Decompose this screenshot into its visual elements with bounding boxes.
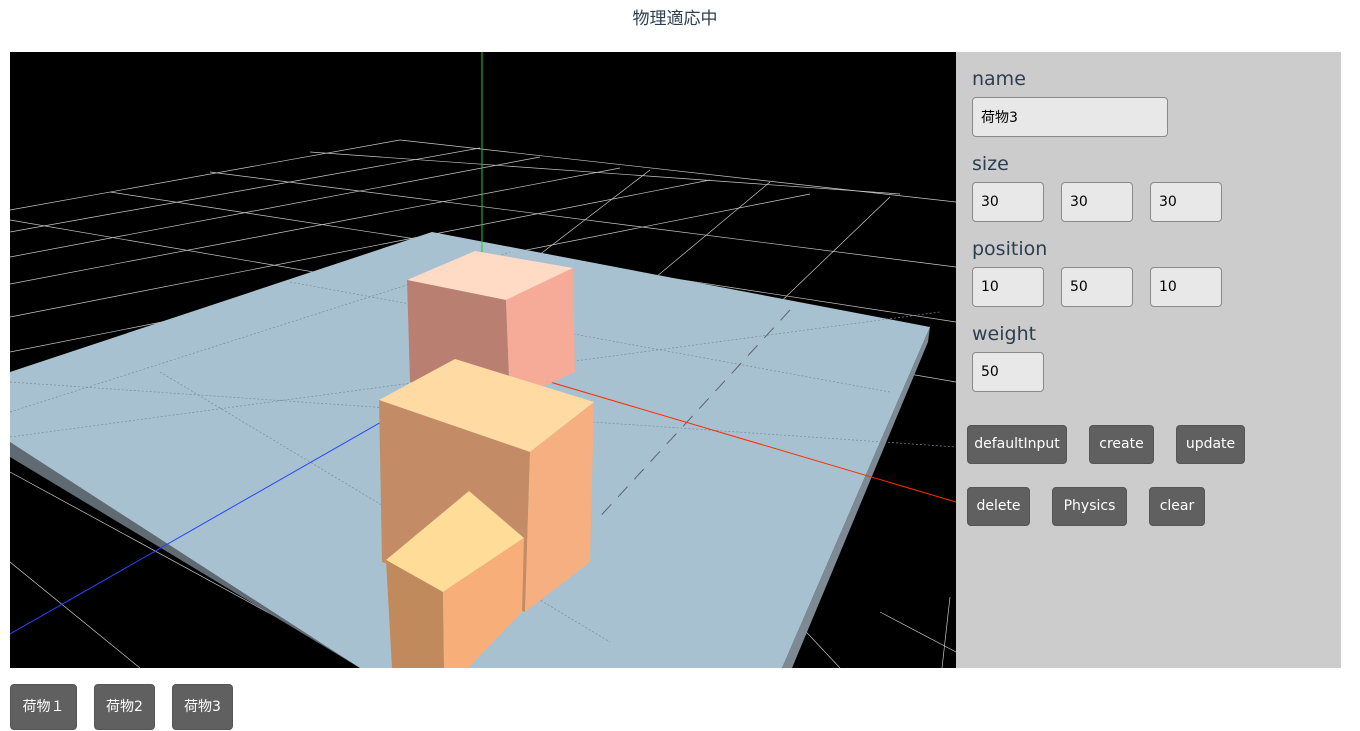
physics-button[interactable]: Physics [1052, 487, 1127, 526]
name-input[interactable] [972, 97, 1168, 137]
delete-button[interactable]: delete [967, 487, 1030, 526]
default-input-button[interactable]: defaultInput [967, 425, 1067, 464]
clear-button[interactable]: clear [1149, 487, 1205, 526]
item-button-3[interactable]: 荷物3 [172, 684, 233, 730]
position-label: position [972, 238, 1048, 260]
update-button[interactable]: update [1176, 425, 1245, 464]
size-label: size [972, 153, 1009, 175]
item-button-2[interactable]: 荷物2 [94, 684, 155, 730]
size-x-input[interactable] [972, 182, 1044, 222]
name-label: name [972, 68, 1026, 90]
scene-svg [10, 52, 956, 668]
3d-viewport-canvas[interactable] [10, 52, 956, 668]
item-button-1[interactable]: 荷物１ [10, 684, 77, 730]
size-y-input[interactable] [1061, 182, 1133, 222]
weight-input[interactable] [972, 352, 1044, 392]
position-y-input[interactable] [1061, 267, 1133, 307]
position-z-input[interactable] [1150, 267, 1222, 307]
weight-label: weight [972, 323, 1037, 345]
create-button[interactable]: create [1089, 425, 1154, 464]
size-z-input[interactable] [1150, 182, 1222, 222]
position-x-input[interactable] [972, 267, 1044, 307]
properties-panel: name size position weight defaultInput c… [956, 52, 1341, 668]
page-title: 物理適応中 [632, 9, 718, 29]
